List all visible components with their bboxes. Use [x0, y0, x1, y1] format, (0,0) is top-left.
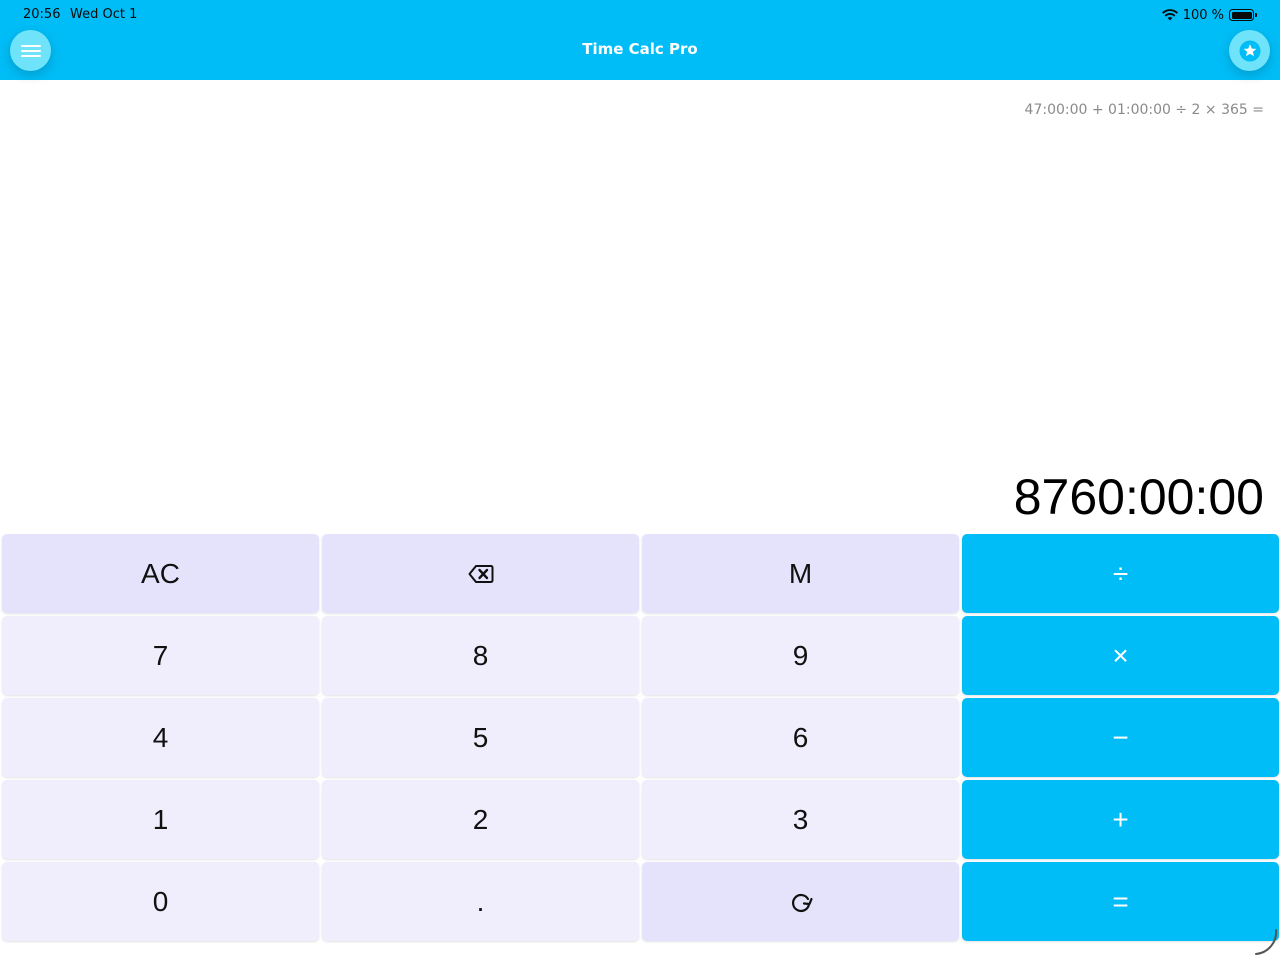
digit-5-button[interactable]: 5	[322, 698, 639, 777]
digit-2-button[interactable]: 2	[322, 780, 639, 859]
divide-button[interactable]: ÷	[962, 534, 1279, 613]
digit-6-button[interactable]: 6	[642, 698, 959, 777]
plus-button[interactable]: +	[962, 780, 1279, 859]
favorites-button[interactable]	[1229, 30, 1270, 71]
expression-display: 47:00:00 + 01:00:00 ÷ 2 × 365 =	[1024, 102, 1264, 118]
digit-9-button[interactable]: 9	[642, 616, 959, 695]
result-display: 8760:00:00	[1013, 469, 1264, 525]
corner-indicator	[1255, 929, 1278, 955]
status-time: 20:56	[23, 7, 61, 22]
cycle-icon	[791, 893, 813, 912]
wifi-icon	[1161, 9, 1178, 21]
digit-0-button[interactable]: 0	[2, 862, 319, 941]
digit-7-button[interactable]: 7	[2, 616, 319, 695]
clear-button[interactable]: AC	[2, 534, 319, 613]
digit-1-button[interactable]: 1	[2, 780, 319, 859]
digit-3-button[interactable]: 3	[642, 780, 959, 859]
backspace-icon	[468, 564, 493, 583]
app-title: Time Calc Pro	[582, 40, 698, 58]
memory-button[interactable]: M	[642, 534, 959, 613]
digit-8-button[interactable]: 8	[322, 616, 639, 695]
decimal-button[interactable]: .	[322, 862, 639, 941]
top-bar: 20:56 Wed Oct 1 100 % Time Calc Pro	[0, 0, 1280, 80]
battery-icon	[1229, 9, 1257, 21]
star-icon	[1239, 40, 1260, 61]
minus-button[interactable]: −	[962, 698, 1279, 777]
battery-percent: 100 %	[1182, 7, 1224, 23]
cycle-button[interactable]	[642, 862, 959, 941]
status-date: Wed Oct 1	[70, 7, 138, 22]
status-indicators: 100 %	[1161, 6, 1257, 24]
equals-button[interactable]: =	[962, 862, 1279, 941]
digit-4-button[interactable]: 4	[2, 698, 319, 777]
keypad: AC M ÷ 7 8 9 × 4 5 6 − 1 2 3 + 0 . =	[0, 533, 1280, 941]
backspace-button[interactable]	[322, 534, 639, 613]
multiply-button[interactable]: ×	[962, 616, 1279, 695]
